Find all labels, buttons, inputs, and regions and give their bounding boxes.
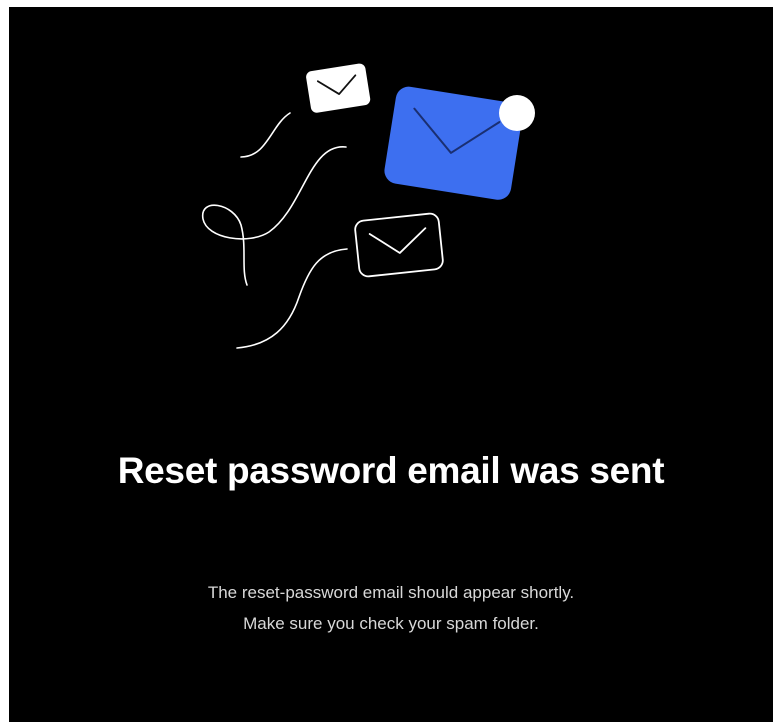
notification-dot-icon bbox=[499, 95, 535, 131]
trail-line-loop bbox=[202, 146, 347, 286]
trail-lines bbox=[202, 112, 348, 349]
message-line: The reset-password email should appear s… bbox=[207, 583, 575, 602]
email-sent-illustration bbox=[202, 63, 535, 349]
confirmation-message: The reset-password email should appear s… bbox=[91, 577, 691, 639]
message-line: Make sure you check your spam folder. bbox=[243, 614, 539, 633]
trail-line-top bbox=[240, 112, 291, 158]
envelope-icon bbox=[306, 63, 371, 113]
trail-line-bottom bbox=[236, 248, 348, 349]
page-title: Reset password email was sent bbox=[117, 450, 665, 491]
confirmation-screen: Reset password email was sent The reset-… bbox=[9, 7, 773, 722]
envelope-icon bbox=[354, 212, 444, 278]
